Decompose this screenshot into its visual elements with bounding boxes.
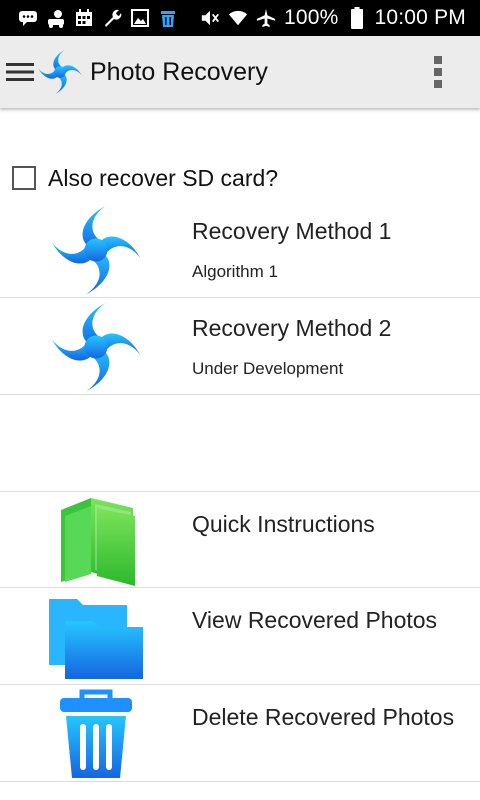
recovery-method-1-item[interactable]: Recovery Method 1 Algorithm 1 [0, 201, 480, 298]
airplane-icon [256, 8, 276, 28]
more-vert-icon[interactable] [416, 36, 460, 108]
wifi-icon [228, 8, 248, 28]
trash-icon [158, 8, 178, 28]
notification-icons [0, 0, 178, 36]
image-icon [130, 8, 150, 28]
swirl-icon [46, 298, 146, 395]
baby-icon [46, 8, 66, 28]
quick-instructions-item[interactable]: Quick Instructions [0, 491, 480, 588]
sd-card-checkbox[interactable] [12, 166, 36, 190]
delete-recovered-photos-item[interactable]: Delete Recovered Photos [0, 685, 480, 782]
app-bar: Photo Recovery [0, 36, 480, 108]
mute-icon [200, 8, 220, 28]
status-bar: 100% 10:00 PM [0, 0, 480, 36]
recovery-method-1-title: Recovery Method 1 [192, 218, 392, 244]
delete-recovered-photos-title: Delete Recovered Photos [192, 704, 455, 730]
wrench-icon [102, 8, 122, 28]
recovery-method-2-item[interactable]: Recovery Method 2 Under Development [0, 298, 480, 395]
recovery-method-2-title: Recovery Method 2 [192, 315, 392, 341]
page-title: Photo Recovery [90, 57, 268, 86]
folder-icon [46, 588, 146, 685]
swirl-icon [46, 201, 146, 298]
sd-card-option[interactable]: Also recover SD card? [0, 158, 480, 198]
quick-instructions-title: Quick Instructions [192, 511, 375, 537]
chat-icon [18, 8, 38, 28]
recovery-method-2-subtitle: Under Development [192, 359, 344, 378]
view-recovered-photos-title: View Recovered Photos [192, 607, 438, 633]
view-recovered-photos-item[interactable]: View Recovered Photos [0, 588, 480, 685]
book-icon [46, 492, 146, 589]
sd-card-label: Also recover SD card? [48, 164, 279, 191]
system-status: 100% 10:00 PM [200, 0, 480, 36]
battery-icon [347, 7, 367, 29]
calendar-icon [74, 8, 94, 28]
clock: 10:00 PM [374, 6, 466, 29]
trash-icon [46, 685, 146, 782]
swirl-logo-icon [36, 48, 84, 96]
battery-percent: 100% [283, 6, 339, 29]
hamburger-icon[interactable] [4, 36, 36, 108]
recovery-method-1-subtitle: Algorithm 1 [192, 262, 278, 281]
